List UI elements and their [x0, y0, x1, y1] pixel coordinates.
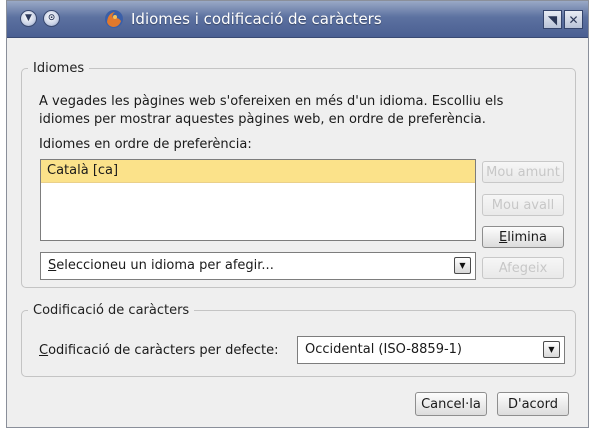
cancel-button[interactable]: Cancel·la	[415, 392, 487, 416]
languages-description-line1: A vegades les pàgines web s'ofereixen en…	[39, 94, 504, 109]
ok-button[interactable]: D'acord	[497, 392, 569, 416]
window-title: Idiomes i codificació de caràcters	[131, 10, 382, 28]
languages-description-line2: idiomes per mostrar aquestes pàgines web…	[39, 112, 486, 127]
list-item[interactable]: Català [ca]	[41, 160, 475, 183]
dialog-window: ▼ ⊙ Idiomes i codificació de caràcters ◥…	[6, 0, 589, 428]
default-encoding-value: Occidental (ISO-8859-1)	[305, 342, 462, 357]
remove-button[interactable]: Elimina	[482, 226, 564, 248]
language-list[interactable]: Català [ca]	[40, 159, 476, 241]
add-language-placeholder: eleccioneu un idioma per afegir...	[56, 258, 274, 273]
languages-group-label: Idiomes	[33, 61, 85, 76]
firefox-icon	[105, 10, 123, 28]
chevron-down-icon[interactable]: ▼	[543, 341, 560, 358]
maximize-icon[interactable]: ◥	[543, 10, 562, 29]
remove-button-mnemonic: E	[499, 229, 508, 245]
add-language-select[interactable]: Seleccioneu un idioma per afegir... ▼	[40, 252, 476, 280]
remove-button-label: limina	[507, 229, 547, 245]
move-down-button[interactable]: Mou avall	[482, 194, 564, 216]
default-encoding-select[interactable]: Occidental (ISO-8859-1) ▼	[297, 336, 565, 364]
encoding-group-label: Codificació de caràcters	[33, 303, 190, 318]
language-list-label: Idiomes en ordre de preferència:	[39, 137, 252, 152]
default-encoding-mnemonic: C	[39, 343, 49, 358]
chevron-down-icon[interactable]: ▼	[454, 257, 471, 274]
close-icon[interactable]: ✕	[564, 10, 583, 29]
default-encoding-label: Codificació de caràcters per defecte:	[39, 342, 279, 359]
move-up-button[interactable]: Mou amunt	[482, 161, 564, 183]
pin-icon[interactable]: ⊙	[43, 10, 60, 27]
window-menu-icon[interactable]: ▼	[20, 10, 37, 27]
default-encoding-label-text: odificació de caràcters per defecte:	[48, 343, 279, 358]
title-bar[interactable]: ▼ ⊙ Idiomes i codificació de caràcters ◥…	[7, 1, 588, 38]
add-button[interactable]: Afegeix	[482, 257, 564, 279]
